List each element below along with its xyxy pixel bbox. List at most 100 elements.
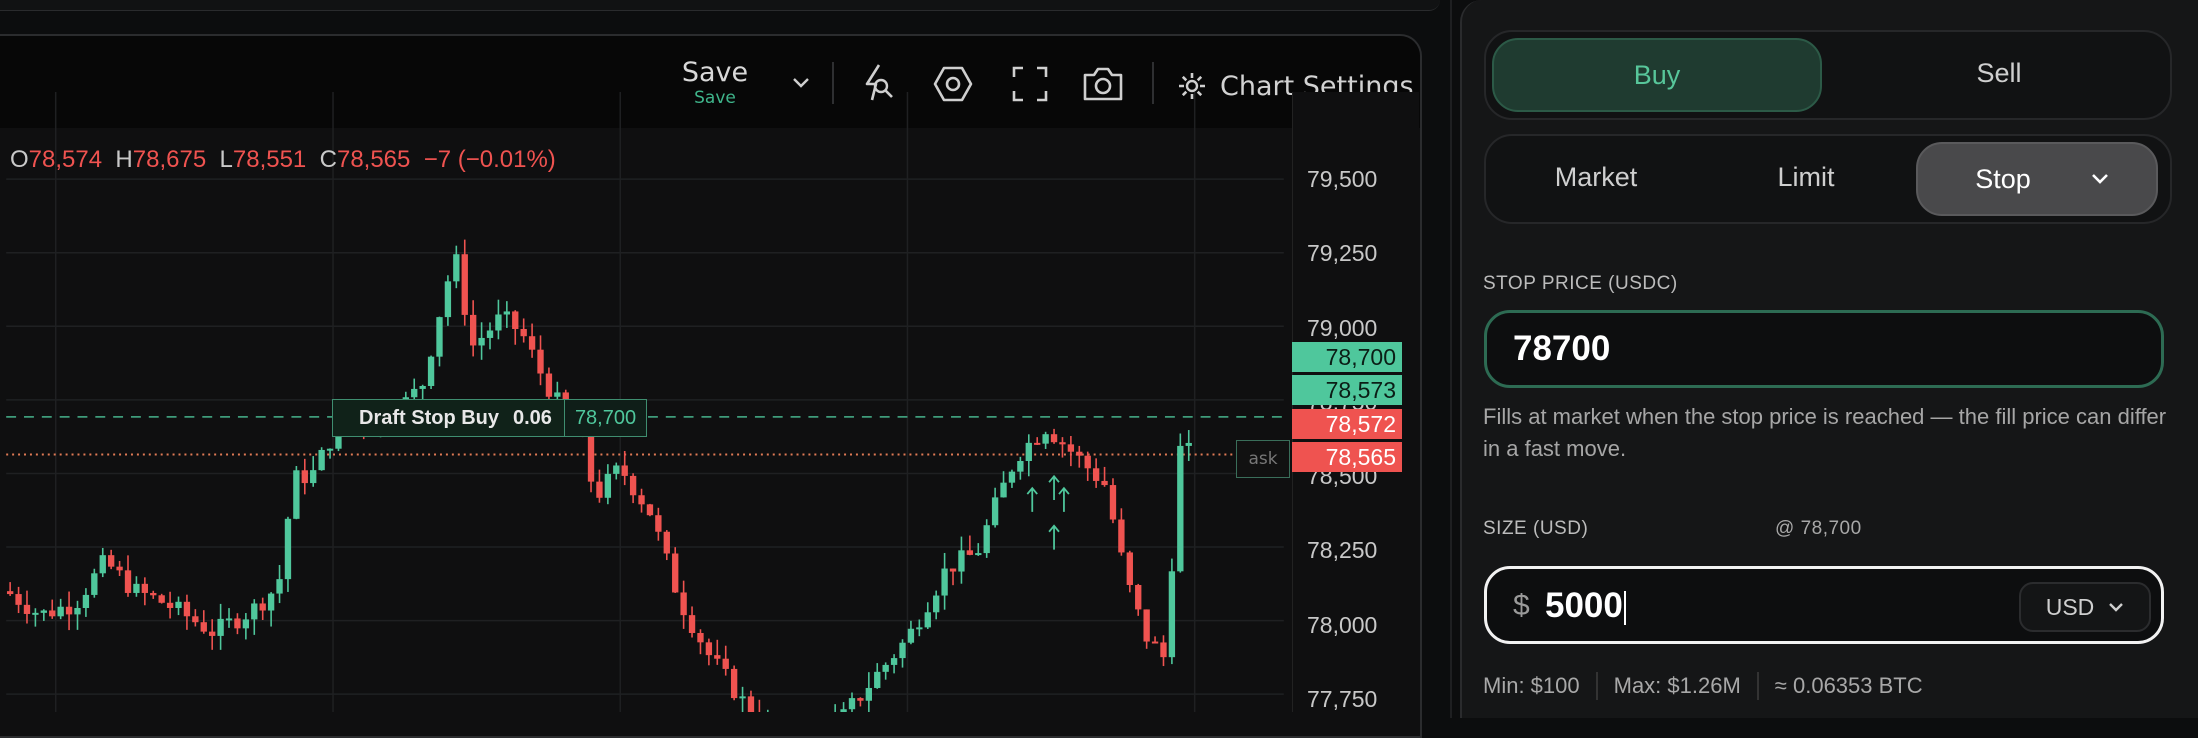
candle-body	[1092, 468, 1100, 481]
draft-order-label: Draft Stop Buy	[359, 406, 499, 429]
market-tab[interactable]: Market	[1496, 142, 1696, 212]
sell-tab[interactable]: Sell	[1836, 38, 2162, 108]
candle-body	[436, 317, 443, 357]
candle-body	[1101, 480, 1108, 486]
candle-body	[705, 642, 713, 656]
candle-body	[82, 594, 90, 609]
size-limits: Min: $100 Max: $1.26M ≈ 0.06353 BTC	[1483, 672, 1923, 700]
candle-body	[1000, 482, 1007, 498]
ohlc-readout: O78,574 H78,675 L78,551 C78,565 −7 (−0.0…	[10, 146, 556, 174]
candle-body	[924, 612, 931, 628]
candle-body	[234, 618, 241, 629]
candle-body	[1042, 434, 1049, 444]
open-label: O	[10, 146, 29, 173]
size-value-text: 5000	[1545, 586, 1623, 625]
candle-body	[730, 668, 738, 699]
candle-body	[469, 314, 477, 346]
candle-body	[604, 473, 612, 498]
candle-body	[966, 550, 974, 555]
limit-tab[interactable]: Limit	[1706, 142, 1906, 212]
candle-body	[6, 591, 14, 595]
candle-body	[983, 525, 990, 554]
candle-body	[158, 595, 165, 603]
chevron-down-icon	[793, 78, 809, 88]
y-tick-label: 79,500	[1307, 166, 1378, 192]
candle-body	[890, 658, 898, 665]
side-toggle: Buy Sell	[1484, 30, 2172, 120]
candle-body	[1067, 444, 1075, 452]
y-tick-label: 78,000	[1307, 611, 1378, 638]
candle-body	[284, 518, 292, 580]
candle-body	[478, 337, 485, 346]
candle-body	[166, 602, 174, 608]
price-label: 78,573	[1292, 375, 1402, 405]
candle-body	[840, 709, 847, 712]
candle-body	[318, 449, 325, 471]
ask-tag: ask	[1236, 440, 1290, 478]
candle-body	[124, 570, 132, 593]
candle-body	[217, 618, 224, 636]
draft-order-tag[interactable]: Draft Stop Buy 0.06 78,700	[332, 399, 648, 437]
size-input[interactable]: $ 5000 USD	[1484, 566, 2164, 644]
candle-body	[857, 698, 864, 701]
btc-equivalent: ≈ 0.06353 BTC	[1774, 673, 1923, 698]
candle-body	[192, 616, 199, 623]
candle-body	[200, 622, 207, 632]
candle-body	[916, 627, 923, 630]
candle-body	[613, 465, 620, 474]
candle-body	[267, 593, 275, 611]
stop-tab[interactable]: Stop	[1916, 142, 2158, 216]
candle-body	[528, 336, 536, 350]
close-label: C	[319, 146, 337, 173]
size-currency-select[interactable]: USD	[2019, 582, 2151, 632]
candle-body	[453, 254, 460, 282]
currency-symbol: $	[1513, 589, 1530, 622]
candle-body	[259, 603, 266, 611]
stop-hint: Fills at market when the stop price is r…	[1483, 404, 2167, 461]
size-value: 5000	[1545, 586, 1626, 626]
y-tick-label: 78,250	[1307, 537, 1378, 564]
candle-body	[32, 612, 39, 615]
price-label: 78,700	[1292, 342, 1402, 372]
y-tick-label: 79,250	[1307, 240, 1378, 267]
candle-body	[1059, 442, 1066, 445]
candle-body	[722, 658, 729, 669]
candle-body	[40, 610, 47, 613]
candle-body	[621, 465, 628, 476]
candle-body	[1143, 609, 1150, 642]
candle-body	[1008, 471, 1016, 483]
trade-marker-icon	[1026, 486, 1038, 512]
change-value: −7 (−0.01%)	[423, 146, 556, 173]
candle-body	[655, 515, 662, 532]
size-label: SIZE (USD)	[1483, 518, 1589, 539]
candle-body	[680, 592, 687, 616]
candle-body	[1050, 434, 1058, 443]
candle-body	[933, 595, 940, 613]
candle-body	[91, 573, 98, 595]
buy-tab[interactable]: Buy	[1492, 38, 1822, 112]
candle-body	[747, 696, 755, 712]
stop-tab-label: Stop	[1975, 163, 2031, 194]
candle-body	[1160, 642, 1167, 658]
trade-marker-icon	[1058, 486, 1070, 512]
close-value: 78,565	[336, 146, 411, 173]
y-tick-label: 79,000	[1307, 314, 1378, 341]
candle-body	[1151, 641, 1159, 644]
size-at-price: @ 78,700	[1775, 518, 1862, 539]
min-size: Min: $100	[1483, 673, 1580, 698]
candle-body	[49, 610, 56, 617]
candle-body	[301, 470, 308, 484]
candle-body	[714, 655, 721, 659]
candle-body	[907, 628, 915, 643]
stop-price-input[interactable]: 78700	[1484, 310, 2164, 388]
high-label: H	[115, 146, 133, 173]
candle-body	[251, 603, 258, 620]
text-caret	[1623, 590, 1626, 625]
candle-body	[107, 555, 115, 567]
candle-body	[512, 311, 519, 330]
limits-divider	[1595, 672, 1598, 700]
candle-body	[975, 553, 982, 556]
candle-body	[899, 642, 906, 659]
candle-body	[141, 583, 149, 593]
candle-body	[739, 696, 746, 699]
